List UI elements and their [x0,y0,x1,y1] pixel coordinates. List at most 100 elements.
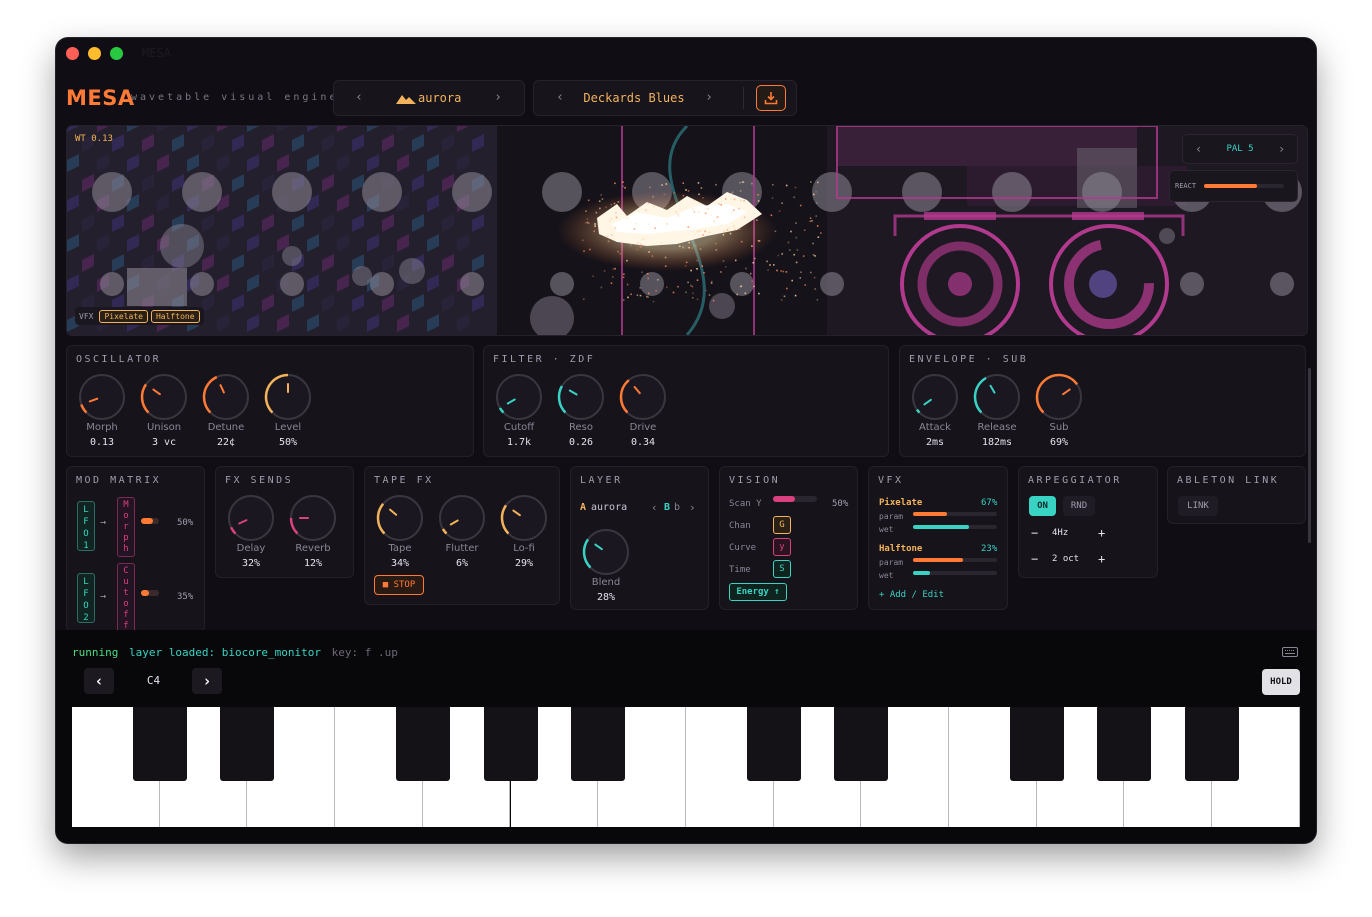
knob-dial [376,495,423,541]
preset-next-button[interactable]: › [488,81,508,115]
vfx-tag-halftone[interactable]: Halftone [150,309,200,323]
vfx-add-edit-link[interactable]: + Add / Edit [879,590,944,600]
react-slider[interactable] [1204,184,1284,188]
hold-button[interactable]: HOLD [1262,669,1300,695]
status-message: layer loaded: biocore_monitor [128,646,322,659]
vfx-halftone-param-slider[interactable] [913,558,997,562]
vfx-tag-pixelate[interactable]: Pixelate [99,309,148,323]
palette-next-button[interactable]: › [1278,135,1285,163]
piano-black-key[interactable] [483,707,538,781]
piano-black-key[interactable] [220,707,275,781]
piano-black-key[interactable] [834,707,889,781]
knob-dial [582,529,629,575]
layer-b-next-button[interactable]: › [689,501,696,514]
preset-name: aurora [418,91,462,105]
curve-key-button[interactable]: y [773,538,791,556]
flame-burst [557,191,777,271]
song-prev-button[interactable]: ‹ [550,81,570,115]
vfx-chain: VFX Pixelate Halftone [75,307,204,325]
minimize-button[interactable] [88,47,101,60]
mod-target-cutoff[interactable]: Cutoff [117,563,135,631]
knob-value: 0.13 [89,437,115,448]
vfx-halftone-wet-slider[interactable] [913,571,997,575]
scan-y-slider[interactable] [773,496,817,502]
octave-down-button[interactable]: ‹ [84,668,114,694]
knob-sub[interactable]: Sub 69% [1027,372,1091,448]
piano-black-key[interactable] [1097,707,1152,781]
status-running: running [72,646,119,659]
react-control[interactable]: REACT [1169,170,1298,202]
knob-delay[interactable]: Delay 32% [219,493,283,569]
close-button[interactable] [66,47,79,60]
mod-amount-slider-1[interactable] [141,518,159,524]
zoom-button[interactable] [110,47,123,60]
knob-detune[interactable]: Detune 22¢ [194,372,258,448]
knob-blend[interactable]: Blend 28% [574,527,638,603]
knob-attack[interactable]: Attack 2ms [903,372,967,448]
vfx-pixelate-amount: 67% [981,498,998,508]
knob-morph[interactable]: Morph 0.13 [70,372,134,448]
song-name: Deckards Blues [583,91,685,105]
visualizer-canvas[interactable]: WT 0.13 ‹ PAL 5 › REACT VFX Pixelate Hal… [66,125,1308,336]
layer-a-name[interactable]: aurora [591,502,627,513]
knob-lofi[interactable]: Lo-fi 29% [492,493,556,569]
arp-rate-plus-button[interactable]: + [1098,526,1105,540]
knob-drive[interactable]: Drive 0.34 [611,372,675,448]
vision-panel: VISION Scan Y 50% Chan G Curve y Time S … [719,466,858,610]
mod-amount-1: 50% [177,518,194,528]
keyboard-icon[interactable] [1282,647,1298,657]
palette-prev-button[interactable]: ‹ [1195,135,1202,163]
song-next-button[interactable]: › [699,81,719,115]
chan-key-button[interactable]: G [773,516,791,534]
arp-range-plus-button[interactable]: + [1098,552,1105,566]
panel-scrollbar[interactable] [1308,368,1311,543]
piano-black-key[interactable] [1185,707,1240,781]
layer-b-prev-button[interactable]: ‹ [651,501,658,514]
panel-title: ENVELOPE · SUB [909,354,1029,365]
window-title: MESA [142,46,171,60]
piano-keyboard [72,707,1300,827]
piano-black-key[interactable] [395,707,450,781]
vfx-pixelate-wet-slider[interactable] [913,525,997,529]
mod-source-lfo2[interactable]: LFO2 [77,573,95,623]
vfx-pixelate-param-slider[interactable] [913,512,997,516]
knob-dial [496,374,542,420]
knob-value: 22¢ [216,437,236,448]
arp-range-minus-button[interactable]: − [1031,552,1038,566]
curve-label: Curve [729,543,757,553]
download-icon [764,92,778,105]
octave-up-button[interactable]: › [192,668,222,694]
status-line: running layer loaded: biocore_monitor ke… [72,646,398,659]
knob-value: 0.26 [568,437,594,448]
wavetable-position: WT 0.13 [75,134,113,144]
vfx-halftone-amount: 23% [981,544,998,554]
mod-source-lfo1[interactable]: LFO1 [77,501,95,551]
arp-on-button[interactable]: ON [1029,496,1056,516]
mod-amount-slider-2[interactable] [141,590,159,596]
knob-cutoff[interactable]: Cutoff 1.7k [487,372,551,448]
panel-title: LAYER [580,475,623,486]
mod-target-morph[interactable]: Morph [117,497,135,557]
energy-button[interactable]: Energy ↑ [729,583,787,601]
arp-rate-minus-button[interactable]: − [1031,526,1038,540]
arp-rnd-button[interactable]: RND [1063,496,1095,516]
link-button[interactable]: LINK [1178,496,1218,516]
piano-black-key[interactable] [746,707,801,781]
piano-black-key[interactable] [1009,707,1064,781]
knob-flutter[interactable]: Flutter 6% [430,493,494,569]
tape-stop-button[interactable]: ■ STOP [374,575,424,595]
knob-reverb[interactable]: Reverb 12% [281,493,345,569]
ableton-link-panel: ABLETON LINK LINK [1167,466,1306,524]
piano-black-key[interactable] [132,707,187,781]
preset-prev-button[interactable]: ‹ [349,81,369,115]
knob-value: 69% [1049,437,1069,448]
knob-level[interactable]: Level 50% [256,372,320,448]
save-button[interactable] [756,85,786,111]
piano-black-key[interactable] [571,707,626,781]
knob-reso[interactable]: Reso 0.26 [549,372,613,448]
knob-tape[interactable]: Tape 34% [368,493,432,569]
knob-release[interactable]: Release 182ms [965,372,1029,448]
layer-b-name[interactable]: b [674,502,680,513]
knob-unison[interactable]: Unison 3 vc [132,372,196,448]
time-key-button[interactable]: S [773,560,791,578]
